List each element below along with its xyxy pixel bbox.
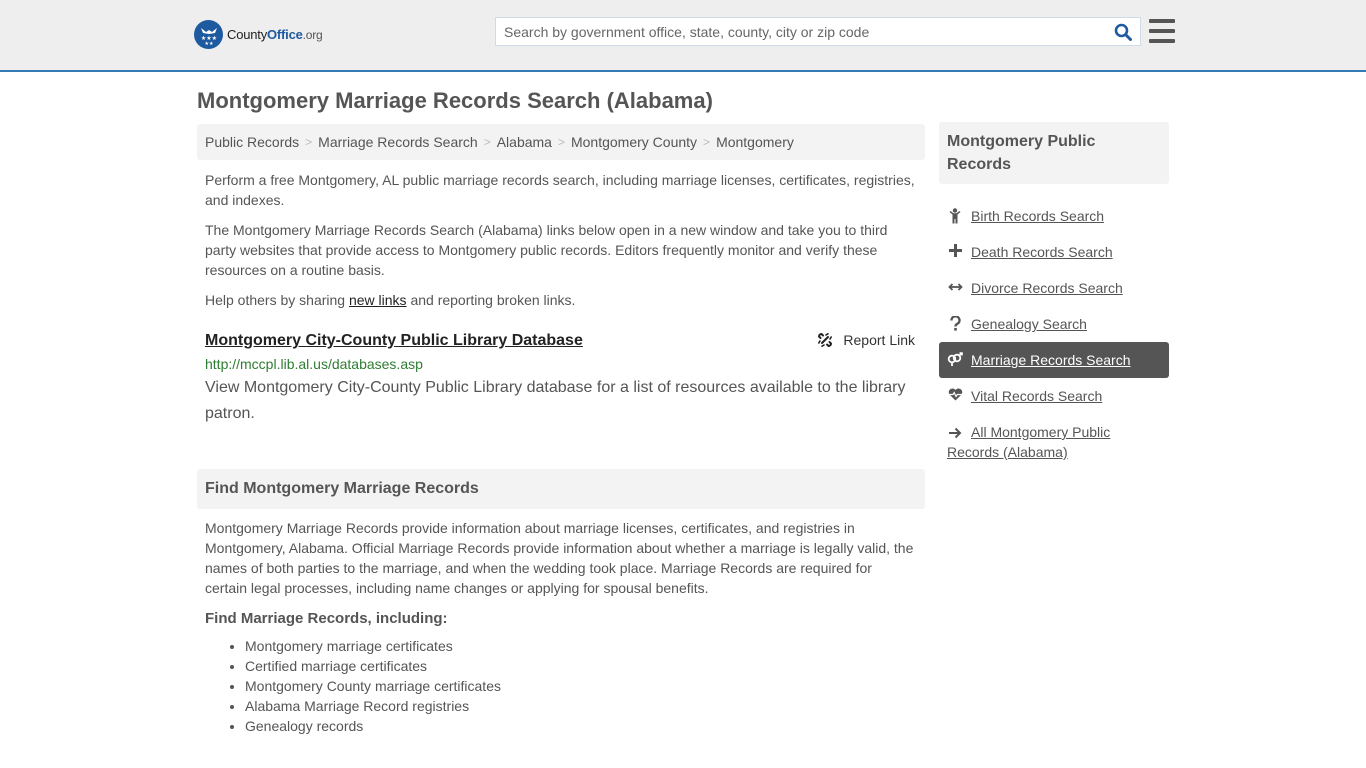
page-title: Montgomery Marriage Records Search (Alab… [197,88,713,113]
site-logo[interactable]: ★★★ ★★ CountyOffice.org [194,20,323,49]
new-links-link[interactable]: new links [349,292,407,308]
sidebar-item-label[interactable]: All Montgomery Public Records (Alabama) [947,424,1110,460]
marriage-symbol-icon [947,350,963,366]
list-item: Certified marriage certificates [245,656,917,676]
sidebar-item-all-public-records[interactable]: All Montgomery Public Records (Alabama) [939,414,1169,470]
search-input[interactable] [496,18,1106,45]
resource-description: View Montgomery City-County Public Libra… [205,379,906,422]
breadcrumb-separator: > [483,135,491,149]
breadcrumb-separator: > [305,135,313,149]
logo-accent: Office [267,27,303,42]
find-records-heading: Find Montgomery Marriage Records [197,469,925,509]
sidebar-item-death-records[interactable]: Death Records Search [939,234,1169,270]
breadcrumb-item-alabama[interactable]: Alabama [497,134,552,150]
breadcrumb-item-public-records[interactable]: Public Records [205,134,299,150]
sidebar-item-label[interactable]: Vital Records Search [971,386,1102,406]
sidebar-item-genealogy[interactable]: Genealogy Search [939,306,1169,342]
sidebar-item-label[interactable]: Genealogy Search [971,314,1087,334]
search-bar [495,17,1141,46]
sidebar-item-label[interactable]: Divorce Records Search [971,278,1123,298]
list-item: Genealogy records [245,716,917,736]
intro-paragraph: Perform a free Montgomery, AL public mar… [205,172,915,208]
arrow-right-icon [947,425,963,439]
svg-text:★★: ★★ [204,41,213,45]
resource-title-link[interactable]: Montgomery City-County Public Library Da… [205,330,583,352]
sidebar-item-marriage-records[interactable]: Marriage Records Search [939,342,1169,378]
breadcrumb: Public Records > Marriage Records Search… [197,124,925,160]
intro-text: Perform a free Montgomery, AL public mar… [197,170,925,310]
resource-item: Montgomery City-County Public Library Da… [197,330,925,427]
list-item: Alabama Marriage Record registries [245,696,917,716]
share-links-paragraph: Help others by sharing new links and rep… [197,290,925,310]
sidebar-item-divorce-records[interactable]: Divorce Records Search [939,270,1169,306]
broken-link-icon [818,332,833,348]
sidebar-nav: Birth Records Search Death Records Searc… [939,198,1169,470]
child-icon [947,206,963,224]
intro-paragraph: The Montgomery Marriage Records Search (… [205,222,888,278]
sidebar-heading: Montgomery Public Records [939,122,1169,184]
sidebar-item-birth-records[interactable]: Birth Records Search [939,198,1169,234]
breadcrumb-item-montgomery[interactable]: Montgomery [716,134,794,150]
sidebar-item-vital-records[interactable]: Vital Records Search [939,378,1169,414]
site-header: ★★★ ★★ CountyOffice.org [0,0,1366,72]
find-records-subheading: Find Marriage Records, including: [205,610,448,627]
main-content: Public Records > Marriage Records Search… [197,124,925,736]
share-text-after: and reporting broken links. [406,292,576,308]
find-records-section: Montgomery Marriage Records provide info… [197,518,925,736]
search-button[interactable] [1106,18,1140,45]
search-icon [1114,23,1132,41]
resource-url: http://mccpl.lib.al.us/databases.asp [205,356,423,372]
breadcrumb-separator: > [703,135,711,149]
breadcrumb-item-montgomery-county[interactable]: Montgomery County [571,134,697,150]
report-link-button[interactable]: Report Link [817,332,915,348]
logo-wordmark: CountyOffice.org [227,27,323,42]
question-icon [947,314,963,331]
plus-icon [947,242,963,257]
sidebar: Montgomery Public Records Birth Records … [939,122,1169,470]
list-item: Montgomery marriage certificates [245,636,917,656]
sidebar-item-label[interactable]: Death Records Search [971,242,1113,262]
logo-tld: .org [302,28,323,42]
share-text-before: Help others by sharing [205,292,349,308]
eagle-stars-icon: ★★★ ★★ [194,20,223,49]
sidebar-item-label[interactable]: Birth Records Search [971,206,1104,226]
arrows-horizontal-icon [947,278,963,294]
hamburger-menu-icon[interactable] [1149,19,1175,43]
find-records-description: Montgomery Marriage Records provide info… [205,520,914,596]
heartbeat-icon [947,386,963,401]
find-records-list: Montgomery marriage certificates Certifi… [205,636,917,736]
breadcrumb-separator: > [557,135,565,149]
report-link-label: Report Link [843,332,915,348]
sidebar-item-label[interactable]: Marriage Records Search [971,350,1131,370]
breadcrumb-item-marriage-records-search[interactable]: Marriage Records Search [318,134,478,150]
logo-name: County [227,27,267,42]
list-item: Montgomery County marriage certificates [245,676,917,696]
